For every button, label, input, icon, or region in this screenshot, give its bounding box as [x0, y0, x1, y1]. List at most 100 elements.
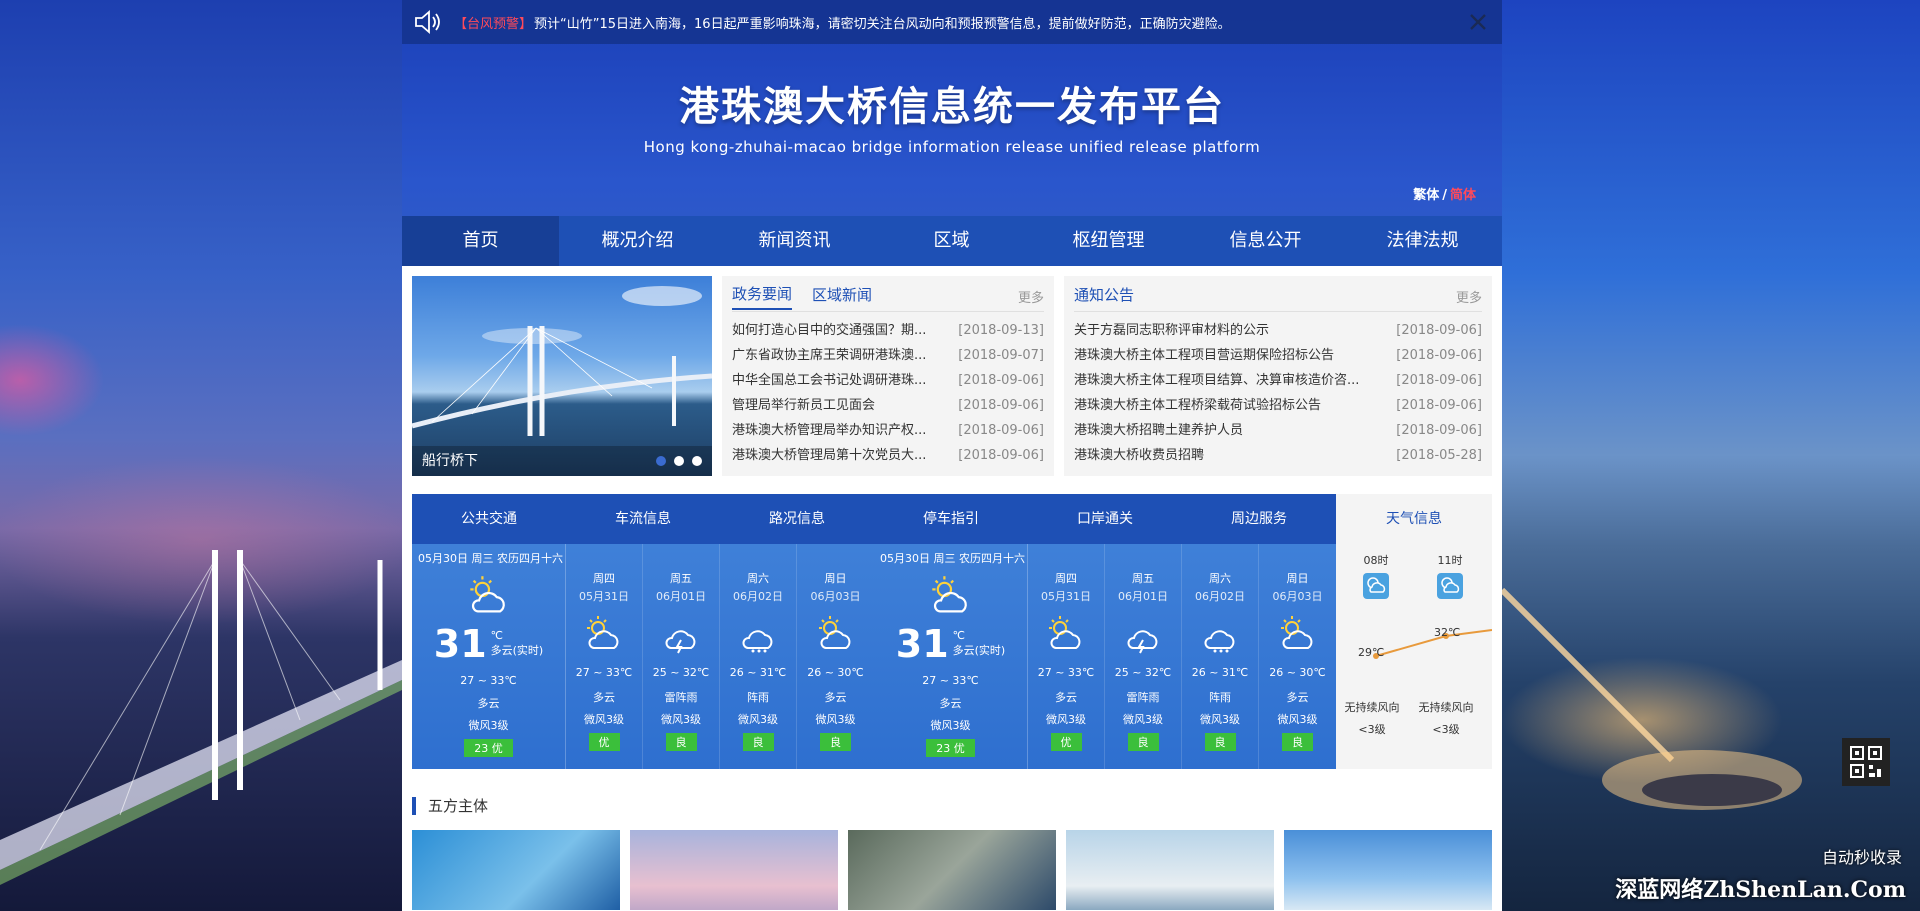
partly-cloudy-icon: [1437, 573, 1463, 599]
tab-traffic-flow[interactable]: 车流信息: [566, 494, 720, 544]
news-box: 政务要闻 区域新闻 更多 如何打造心目中的交通强国？期... [2018-09-1…: [722, 276, 1054, 476]
thumbnail-image[interactable]: [630, 830, 838, 910]
day-name: 周六: [1209, 572, 1231, 585]
tab-port-clearance[interactable]: 口岸通关: [1028, 494, 1182, 544]
thumbnail-image[interactable]: [1066, 830, 1274, 910]
aqi-badge: 良: [1127, 733, 1159, 751]
aqi-badge: 良: [742, 733, 774, 751]
thumbnail-image[interactable]: [412, 830, 620, 910]
slider-dot[interactable]: [656, 456, 666, 466]
forecast-day: 周日 06月03日 26 ~ 30℃ 多云 微风3级良: [797, 544, 874, 769]
list-item[interactable]: 港珠澳大桥收费员招聘 [2018-05-28]: [1074, 443, 1482, 468]
list-item[interactable]: 管理局举行新员工见面会 [2018-09-06]: [732, 393, 1044, 418]
day-range: 27 ~ 33℃: [1037, 666, 1095, 679]
day-desc: 阵雨: [747, 691, 769, 704]
weather-forecast-panel: 05月30日 周三 农历四月十六 31 ℃ 多云(实时) 27 ~ 33℃ 多云 微风3级 2…: [412, 544, 874, 769]
news-more-link[interactable]: 更多: [1018, 287, 1044, 306]
wind-info: 无持续风向 <3级: [1344, 701, 1400, 736]
list-item[interactable]: 如何打造心目中的交通强国？期... [2018-09-13]: [732, 318, 1044, 343]
aqi-badge: 优: [1050, 733, 1082, 751]
day-desc: 阵雨: [1209, 691, 1231, 704]
tab-parking-guide[interactable]: 停车指引: [874, 494, 1028, 544]
nav-item-overview[interactable]: 概况介绍: [559, 216, 716, 266]
hour-label: 08时: [1363, 554, 1389, 567]
day-desc: 多云: [1055, 691, 1077, 704]
traffic-panel: 公共交通 车流信息 路况信息 停车指引 口岸通关 周边服务 05月30日 周三 …: [412, 494, 1336, 769]
tab-nearby-services[interactable]: 周边服务: [1182, 494, 1336, 544]
tab-notices[interactable]: 通知公告: [1074, 284, 1134, 309]
tab-government-news[interactable]: 政务要闻: [732, 283, 793, 310]
forecast-day: 周四 05月31日 27 ~ 33℃ 多云 微风3级优: [566, 544, 643, 769]
today-range: 27 ~ 33℃: [460, 674, 517, 687]
day-desc: 多云: [593, 691, 615, 704]
day-wind: 微风3级: [1046, 713, 1086, 726]
nav-item-hub-management[interactable]: 枢纽管理: [1030, 216, 1187, 266]
day-name: 周日: [1286, 572, 1309, 585]
list-item[interactable]: 中华全国总工会书记处调研港珠... [2018-09-06]: [732, 368, 1044, 393]
weather-forecast-panel: 05月30日 周三 农历四月十六 31 ℃ 多云(实时) 27 ~ 33℃ 多云 微风3级 2…: [874, 544, 1336, 769]
site-header: 港珠澳大桥信息统一发布平台 Hong kong-zhuhai-macao bri…: [402, 44, 1502, 216]
list-item[interactable]: 港珠澳大桥主体工程项目结算、决算审核造价咨... [2018-09-06]: [1074, 368, 1482, 393]
tab-regional-news[interactable]: 区域新闻: [812, 284, 872, 309]
list-item[interactable]: 港珠澳大桥管理局举办知识产权... [2018-09-06]: [732, 418, 1044, 443]
thumbnail-image[interactable]: [848, 830, 1056, 910]
nav-item-info-disclosure[interactable]: 信息公开: [1187, 216, 1344, 266]
day-range: 25 ~ 32℃: [652, 666, 710, 679]
list-item[interactable]: 港珠澳大桥管理局第十次党员大... [2018-09-06]: [732, 443, 1044, 468]
day-date: 06月01日: [1118, 590, 1168, 603]
day-date: 06月01日: [656, 590, 706, 603]
temperature-label: 32℃: [1434, 626, 1461, 639]
bridge-illustration-left: [0, 550, 402, 885]
aqi-badge: 23 优: [464, 739, 513, 757]
day-range: 25 ~ 32℃: [1114, 666, 1172, 679]
weather-info-panel: 天气信息 08时 11时 29℃ 32℃ 无持续风向 <3级 无持续风向 <3级: [1336, 494, 1492, 769]
tab-public-transport[interactable]: 公共交通: [412, 494, 566, 544]
nav-item-laws[interactable]: 法律法规: [1344, 216, 1501, 266]
watermark-text: 自动秒收录: [1821, 848, 1902, 867]
forecast-day: 周四 05月31日 27 ~ 33℃ 多云微风3级优: [1028, 544, 1105, 769]
today-wind: 微风3级: [930, 719, 971, 732]
tab-road-conditions[interactable]: 路况信息: [720, 494, 874, 544]
nav-item-news[interactable]: 新闻资讯: [716, 216, 873, 266]
list-item[interactable]: 港珠澳大桥主体工程桥梁载荷试验招标公告 [2018-09-06]: [1074, 393, 1482, 418]
partly-cloudy-icon: [931, 576, 967, 613]
aqi-badge: 良: [1204, 733, 1236, 751]
notices-more-link[interactable]: 更多: [1456, 287, 1482, 306]
speaker-icon: [410, 4, 446, 40]
shower-icon: [1204, 630, 1235, 653]
today-desc: 多云: [477, 697, 500, 710]
day-name: 周四: [1055, 572, 1077, 585]
page-container: 【台风预警】 预计“山竹”15日进入南海，16日起严重影响珠海，请密切关注台风动…: [402, 0, 1502, 911]
close-icon[interactable]: [1466, 10, 1490, 34]
day-name: 周日: [824, 572, 847, 585]
image-slider[interactable]: 船行桥下: [412, 276, 712, 476]
partly-cloudy-icon: [1280, 616, 1312, 649]
shower-icon: [742, 630, 773, 653]
current-temperature: 31: [433, 622, 487, 666]
section-bar: [412, 796, 416, 815]
qr-code-icon[interactable]: [1842, 738, 1890, 786]
list-item[interactable]: 关于方磊同志职称评审材料的公示 [2018-09-06]: [1074, 318, 1482, 343]
aqi-badge: 优: [588, 733, 620, 751]
day-date: 06月03日: [810, 590, 861, 603]
today-range: 27 ~ 33℃: [922, 674, 979, 687]
alert-tag: 【台风预警】: [454, 16, 533, 32]
alert-message: 预计“山竹”15日进入南海，16日起严重影响珠海，请密切关注台风动向和预报预警信…: [534, 16, 1231, 32]
thumbnail-image[interactable]: [1284, 830, 1492, 910]
lang-simplified-link[interactable]: 简体: [1450, 188, 1476, 203]
forecast-day: 周五 06月01日 25 ~ 32℃ 雷阵雨 微风3级良: [643, 544, 720, 769]
day-date: 06月03日: [1272, 590, 1323, 603]
slider-dot[interactable]: [674, 456, 684, 466]
day-date: 05月31日: [1041, 590, 1091, 603]
list-item[interactable]: 港珠澳大桥主体工程项目营运期保险招标公告 [2018-09-06]: [1074, 343, 1482, 368]
day-wind: 微风3级: [661, 713, 701, 726]
nav-item-home[interactable]: 首页: [402, 216, 559, 266]
hourly-weather: 11时: [1420, 552, 1480, 603]
nav-item-region[interactable]: 区域: [873, 216, 1030, 266]
list-item[interactable]: 港珠澳大桥招聘土建养护人员 [2018-09-06]: [1074, 418, 1482, 443]
lang-traditional-link[interactable]: 繁体: [1413, 188, 1439, 203]
aqi-badge: 23 优: [926, 739, 975, 757]
slider-dot[interactable]: [692, 456, 702, 466]
list-item[interactable]: 广东省政协主席王荣调研港珠澳... [2018-09-07]: [732, 343, 1044, 368]
day-desc: 多云: [824, 691, 847, 704]
